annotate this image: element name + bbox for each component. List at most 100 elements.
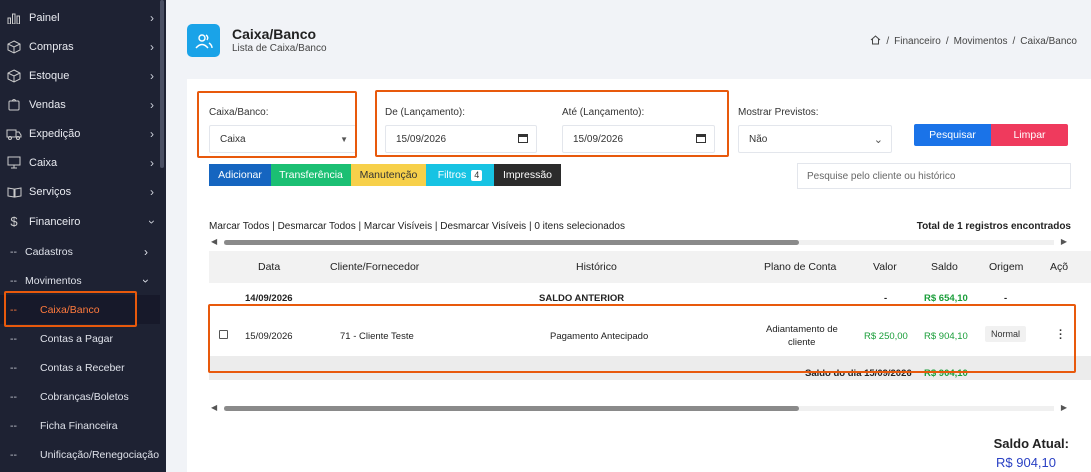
content-card: Caixa/Banco: Caixa ▼ De (Lançamento): 15… <box>187 79 1091 472</box>
selected-count: 0 itens selecionados <box>534 221 625 232</box>
page-title: Caixa/Banco <box>232 26 317 42</box>
table-hscrollbar-top[interactable]: ◀ ▶ <box>209 236 1069 248</box>
sidebar-item-expedicao[interactable]: Expedição › <box>0 119 160 148</box>
breadcrumb-movimentos[interactable]: Movimentos <box>954 36 1008 47</box>
scroll-right-icon[interactable]: ▶ <box>1061 237 1067 246</box>
search-input[interactable]: Pesquise pelo cliente ou histórico <box>797 163 1071 189</box>
saldo-atual-value: R$ 904,10 <box>996 455 1056 470</box>
desmarcar-todos-link[interactable]: Desmarcar Todos <box>278 221 356 232</box>
sidebar-item-label: Movimentos <box>25 274 82 287</box>
dash: -- <box>10 274 17 287</box>
dash: -- <box>10 245 17 258</box>
breadcrumb: / Financeiro / Movimentos / Caixa/Banco <box>870 35 1077 48</box>
sidebar-item-contas-a-pagar[interactable]: -- Contas a Pagar <box>0 324 160 353</box>
sidebar-item-contas-a-receber[interactable]: -- Contas a Receber <box>0 353 160 382</box>
sidebar-item-ficha-financeira[interactable]: -- Ficha Financeira <box>0 411 160 440</box>
breadcrumb-sep: / <box>945 36 949 47</box>
total-records: Total de 1 registros encontrados <box>916 221 1071 232</box>
mostrar-previstos-label: Mostrar Previstos: <box>738 107 819 118</box>
sidebar: Painel › Compras › Estoque › Vendas › Ex… <box>0 0 166 472</box>
table-header: Data Cliente/Fornecedor Histórico Plano … <box>209 251 1091 283</box>
breadcrumb-sep: / <box>886 36 890 47</box>
impressao-button[interactable]: Impressão <box>494 164 561 186</box>
chevron-right-icon: › <box>150 97 154 112</box>
sidebar-item-label: Contas a Receber <box>40 361 125 374</box>
highlight-box <box>208 304 1076 373</box>
chevron-down-icon: ⌄ <box>873 133 883 146</box>
filtros-label: Filtros <box>437 169 467 181</box>
dash: -- <box>10 390 17 403</box>
chevron-right-icon: › <box>150 184 154 199</box>
filtros-count-badge: 4 <box>471 169 483 181</box>
sidebar-item-label: Vendas <box>29 98 66 111</box>
sidebar-item-cobrancas-boletos[interactable]: -- Cobranças/Boletos <box>0 382 160 411</box>
sidebar-item-label: Caixa <box>29 156 58 169</box>
sidebar-item-servicos[interactable]: Serviços › <box>0 177 160 206</box>
scroll-left-icon[interactable]: ◀ <box>211 237 217 246</box>
mostrar-previstos-value: Não <box>749 133 768 145</box>
col-data[interactable]: Data <box>258 261 280 273</box>
sidebar-item-financeiro[interactable]: $ Financeiro › <box>0 207 160 236</box>
home-icon[interactable] <box>870 35 881 48</box>
sidebar-item-label: Cobranças/Boletos <box>40 390 129 403</box>
sep: | <box>432 221 441 232</box>
scroll-thumb[interactable] <box>224 406 799 411</box>
sidebar-item-label: Expedição <box>29 127 81 140</box>
sidebar-item-label: Cadastros <box>25 245 73 258</box>
sidebar-item-cadastros[interactable]: -- Cadastros › <box>0 237 160 266</box>
col-saldo[interactable]: Saldo <box>931 261 958 273</box>
dash: -- <box>10 361 17 374</box>
pesquisar-button[interactable]: Pesquisar <box>914 124 991 146</box>
filtros-button[interactable]: Filtros 4 <box>426 164 494 186</box>
scroll-thumb[interactable] <box>224 240 799 245</box>
sidebar-item-label: Financeiro <box>29 215 81 228</box>
cell-data: 14/09/2026 <box>245 293 293 304</box>
table-hscrollbar-bottom[interactable]: ◀ ▶ <box>209 402 1069 414</box>
col-cliente[interactable]: Cliente/Fornecedor <box>330 261 419 273</box>
col-origem[interactable]: Origem <box>989 261 1023 273</box>
sidebar-item-label: Ficha Financeira <box>40 419 118 432</box>
sidebar-item-compras[interactable]: Compras › <box>0 32 160 61</box>
sidebar-item-painel[interactable]: Painel › <box>0 3 160 32</box>
chevron-right-icon: › <box>150 68 154 83</box>
sidebar-item-label: Estoque <box>29 69 70 82</box>
col-plano[interactable]: Plano de Conta <box>764 261 836 273</box>
cell-saldo: R$ 654,10 <box>924 293 968 304</box>
dash: -- <box>10 332 17 345</box>
cell-historico: SALDO ANTERIOR <box>539 293 625 304</box>
adicionar-button[interactable]: Adicionar <box>209 164 271 186</box>
sidebar-scrollbar[interactable] <box>160 0 164 168</box>
dash: -- <box>10 419 17 432</box>
sidebar-item-label: Contas a Pagar <box>40 332 113 345</box>
col-valor[interactable]: Valor <box>873 261 897 273</box>
manutencao-button[interactable]: Manutenção <box>351 164 426 186</box>
transferencia-button[interactable]: Transferência <box>271 164 351 186</box>
scroll-right-icon[interactable]: ▶ <box>1061 403 1067 412</box>
sep: | <box>355 221 364 232</box>
sidebar-item-estoque[interactable]: Estoque › <box>0 61 160 90</box>
mostrar-previstos-select[interactable]: Não ⌄ <box>738 125 892 153</box>
limpar-button[interactable]: Limpar <box>991 124 1068 146</box>
chevron-right-icon: › <box>150 39 154 54</box>
scroll-left-icon[interactable]: ◀ <box>211 403 217 412</box>
sidebar-item-unificacao[interactable]: -- Unificação/Renegociação <box>0 440 160 469</box>
highlight-box <box>4 291 137 327</box>
box-icon <box>6 68 22 83</box>
desmarcar-visiveis-link[interactable]: Desmarcar Visíveis <box>440 221 526 232</box>
chevron-down-icon: › <box>139 278 153 283</box>
breadcrumb-caixa-banco: Caixa/Banco <box>1020 36 1077 47</box>
saldo-atual-label: Saldo Atual: <box>993 436 1069 451</box>
sidebar-item-vendas[interactable]: Vendas › <box>0 90 160 119</box>
breadcrumb-financeiro[interactable]: Financeiro <box>894 36 941 47</box>
users-icon <box>187 24 220 57</box>
cell-valor: - <box>884 293 888 304</box>
cart-icon <box>6 98 22 112</box>
sep: | <box>269 221 278 232</box>
marcar-visiveis-link[interactable]: Marcar Visíveis <box>364 221 432 232</box>
bar-chart-icon <box>6 11 22 25</box>
chevron-right-icon: › <box>150 10 154 25</box>
marcar-todos-link[interactable]: Marcar Todos <box>209 221 269 232</box>
truck-icon <box>6 127 22 141</box>
sidebar-item-caixa[interactable]: Caixa › <box>0 148 160 177</box>
col-historico[interactable]: Histórico <box>576 261 617 273</box>
